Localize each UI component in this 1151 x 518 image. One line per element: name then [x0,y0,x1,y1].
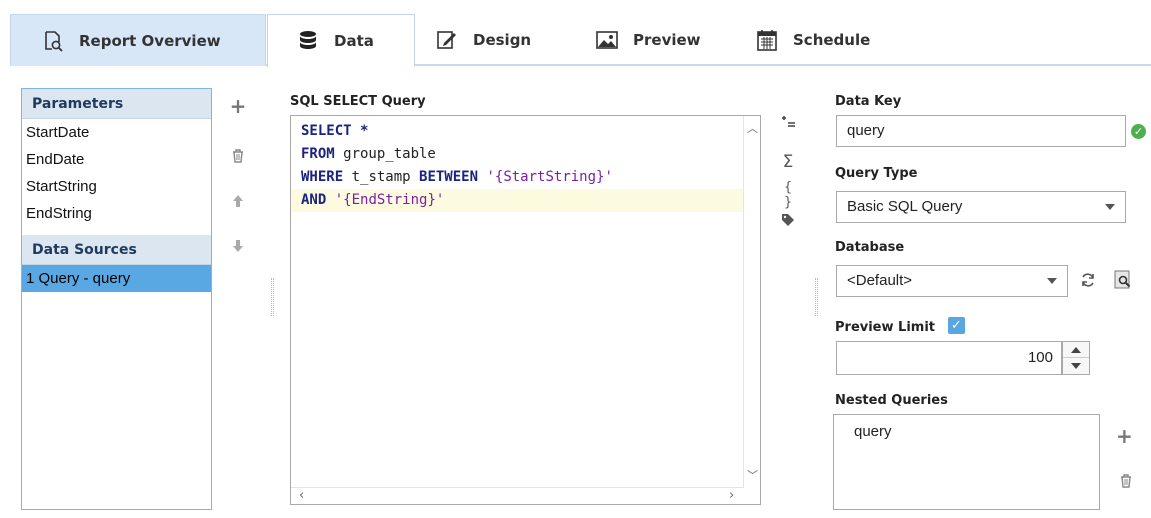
database-label: Database [835,240,905,255]
chevron-down-icon [1105,204,1115,210]
sql-token: '{StartString}' [486,169,613,185]
nested-queries-list[interactable]: query [833,414,1100,510]
refresh-icon[interactable] [1080,272,1096,292]
add-nested-query-icon[interactable]: + [1116,424,1133,448]
parameter-item[interactable]: StartDate [22,119,211,146]
sql-token: '{EndString}' [334,192,445,208]
insert-field-icon[interactable] [778,114,798,134]
sql-token: SELECT [301,123,361,139]
data-key-input[interactable]: query [836,115,1126,147]
sql-token: t_stamp [343,169,420,185]
sql-line[interactable]: AND '{EndString}' [291,189,744,212]
tab-preview[interactable]: Preview [595,14,701,66]
sql-line[interactable]: FROM group_table [291,143,744,166]
parameter-item[interactable]: StartString [22,173,211,200]
tab-label: Data [334,31,374,50]
nested-queries-label: Nested Queries [835,393,948,408]
sum-function-icon[interactable]: Σ [778,152,798,172]
scroll-left-icon[interactable]: ‹ [299,488,304,503]
vertical-scrollbar[interactable]: ︿ ﹀ [743,116,760,487]
add-icon[interactable]: + [228,94,248,118]
scroll-down-icon[interactable]: ﹀ [747,467,758,483]
nested-query-item[interactable]: query [854,423,892,440]
sql-code[interactable]: SELECT * FROM group_table WHERE t_stamp BE… [291,120,744,212]
parameter-item[interactable]: EndDate [22,146,211,173]
splitter-grip[interactable] [815,278,818,316]
sql-line[interactable]: WHERE t_stamp BETWEEN '{StartString}' [291,166,744,189]
parameter-item[interactable]: EndString [22,200,211,227]
scroll-right-icon[interactable]: › [729,488,734,503]
query-type-select[interactable]: Basic SQL Query [836,191,1126,223]
image-icon [595,28,619,52]
calendar-icon [755,28,779,52]
sql-token: group_table [334,146,436,162]
data-sources-header: Data Sources [22,235,211,265]
preview-limit-label: Preview Limit [835,320,935,335]
database-value: <Default> [847,272,913,289]
report-magnifier-icon [41,29,65,53]
sql-line[interactable]: SELECT * [291,120,744,143]
trash-icon[interactable] [228,148,248,167]
edit-pencil-icon [435,28,459,52]
tab-design[interactable]: Design [435,14,531,66]
sql-token: AND [301,192,327,208]
braces-icon[interactable]: { } [778,180,798,210]
sql-token: WHERE [301,169,344,185]
tab-label: Schedule [793,31,871,49]
splitter-grip[interactable] [271,278,274,316]
database-browse-icon[interactable] [1114,270,1132,294]
spinner-up-button[interactable] [1063,342,1089,358]
valid-check-icon: ✓ [1131,124,1146,139]
preview-limit-spinner[interactable] [1062,341,1090,375]
sql-token: BETWEEN [419,169,479,185]
parameters-header: Parameters [22,89,211,119]
database-select[interactable]: <Default> [836,265,1068,297]
data-source-item[interactable]: 1 Query - query [22,265,211,292]
query-type-value: Basic SQL Query [847,198,963,215]
preview-limit-checkbox[interactable]: ✓ [948,317,965,334]
sql-token: * [360,123,369,139]
sql-editor[interactable]: SELECT * FROM group_table WHERE t_stamp BE… [290,115,761,505]
tab-label: Report Overview [79,31,221,50]
database-icon [296,29,320,53]
tab-schedule[interactable]: Schedule [755,14,870,66]
spin-up-icon [1071,346,1081,353]
data-key-value: query [847,122,885,139]
tab-data[interactable]: Data [267,14,415,68]
arrow-down-icon[interactable] [228,238,248,257]
tab-label: Preview [633,31,701,49]
spin-down-icon [1071,363,1081,369]
horizontal-scrollbar[interactable]: ‹ › [291,487,744,504]
tab-bar: Report Overview Data Design Preview Sche… [0,0,1151,68]
parameters-datasources-panel: Parameters StartDate EndDate StartString… [21,88,212,510]
query-type-label: Query Type [835,166,918,181]
sql-query-label: SQL SELECT Query [290,94,426,109]
trash-icon[interactable] [1120,474,1132,492]
scroll-up-icon[interactable]: ︿ [747,120,758,136]
preview-limit-value: 100 [1027,349,1053,366]
sql-token: FROM [301,146,335,162]
preview-limit-input[interactable]: 100 [836,341,1062,375]
data-key-label: Data Key [835,94,902,109]
tab-label: Design [473,31,532,49]
tab-report-overview[interactable]: Report Overview [10,14,266,66]
chevron-down-icon [1047,278,1057,284]
tab-strip: Report Overview Data Design Preview Sche… [10,14,1151,68]
tag-icon[interactable] [778,213,798,231]
arrow-up-icon[interactable] [228,193,248,212]
spinner-down-button[interactable] [1063,358,1089,374]
